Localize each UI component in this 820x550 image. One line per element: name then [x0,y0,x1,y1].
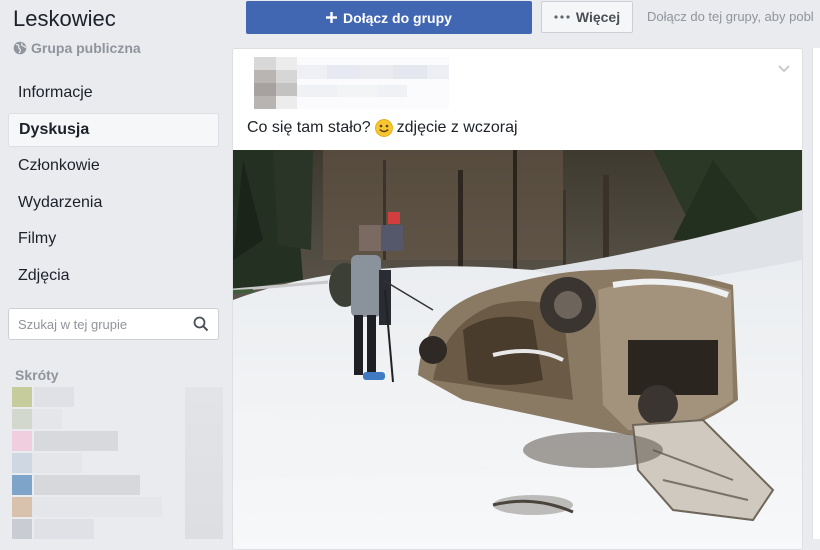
group-nav: Informacje Dyskusja Członkowie Wydarzeni… [8,76,219,295]
shortcut-icon [12,497,32,517]
join-group-button[interactable]: Dołącz do grupy [246,1,532,34]
shortcut-icon [12,387,32,407]
group-name[interactable]: Leskowiec [13,6,116,32]
smiley-icon [374,119,393,137]
more-label: Więcej [575,9,621,25]
join-group-label: Dołącz do grupy [343,9,452,26]
shortcut-icon [12,431,32,451]
nav-item-informacje[interactable]: Informacje [8,76,219,110]
group-action-bar: Dołącz do grupy Więcej Dołącz do tej gru… [232,0,820,42]
shortcut-icon [12,475,32,495]
nav-item-filmy[interactable]: Filmy [8,222,219,256]
right-column-edge [812,48,820,539]
chevron-down-icon[interactable] [778,65,790,73]
shortcut-item[interactable] [12,519,94,539]
group-privacy: Grupa publiczna [13,40,141,56]
post-text-end: zdjęcie z wczoraj [396,119,518,136]
post-text-start: Co się tam stało? [247,119,371,136]
nav-item-czlonkowie[interactable]: Członkowie [8,149,219,183]
shortcut-item[interactable] [12,497,162,517]
join-hint-text: Dołącz do tej grupy, aby pobl [647,9,814,24]
post-photo[interactable] [233,150,802,550]
shortcut-item[interactable] [12,409,62,429]
more-button[interactable]: Więcej [541,1,633,33]
nav-item-zdjecia[interactable]: Zdjęcia [8,259,219,293]
shortcut-icon [12,453,32,473]
group-search-input[interactable]: Szukaj w tej grupie [8,308,219,340]
plus-icon [326,12,338,23]
post-message: Co się tam stało? zdjęcie z wczoraj [247,119,518,137]
ellipsis-icon [554,15,570,19]
globe-icon [13,41,27,55]
shortcut-item[interactable] [12,431,118,451]
shortcut-item[interactable] [12,387,74,407]
shortcut-item[interactable] [12,475,140,495]
group-sidebar: Leskowiec Grupa publiczna Informacje Dys… [0,0,232,539]
nav-item-dyskusja[interactable]: Dyskusja [8,112,219,147]
group-privacy-label: Grupa publiczna [31,40,141,56]
shortcut-item[interactable] [12,453,82,473]
shortcuts-heading: Skróty [15,367,59,383]
shortcut-icon [12,519,32,539]
nav-item-wydarzenia[interactable]: Wydarzenia [8,186,219,220]
author-name[interactable] [297,57,449,109]
search-placeholder: Szukaj w tej grupie [18,317,128,332]
author-avatar[interactable] [254,57,298,109]
shortcut-icon [12,409,32,429]
post-card: Co się tam stało? zdjęcie z wczoraj [232,48,803,550]
search-icon[interactable] [193,316,209,332]
